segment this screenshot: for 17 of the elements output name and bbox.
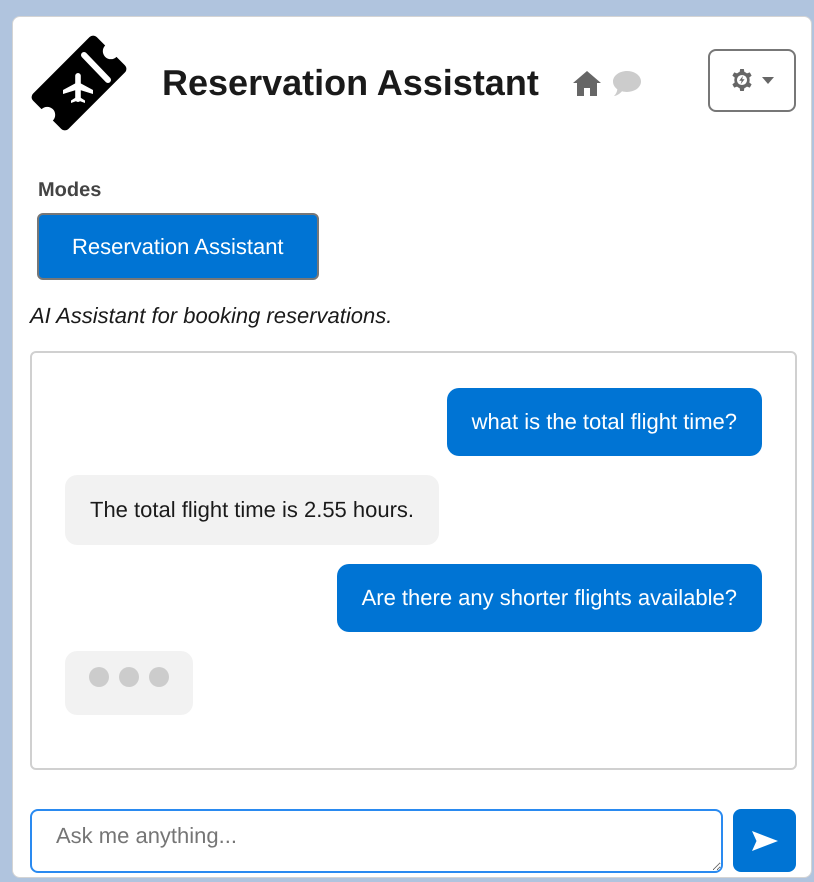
- typing-dot-icon: [119, 667, 139, 687]
- typing-dot-icon: [89, 667, 109, 687]
- user-message: what is the total flight time?: [446, 388, 762, 456]
- assistant-message: The total flight time is 2.55 hours.: [65, 475, 440, 545]
- typing-dot-icon: [149, 667, 169, 687]
- caret-icon: [762, 76, 774, 84]
- home-icon[interactable]: [572, 70, 601, 96]
- app-title: Reservation Assistant: [162, 61, 539, 105]
- gear-icon: [730, 69, 752, 91]
- user-message: Are there any shorter flights available?: [336, 564, 762, 632]
- mode-description: AI Assistant for booking reservations.: [30, 302, 394, 330]
- send-button[interactable]: [733, 809, 796, 872]
- paper-plane-icon: [752, 830, 778, 850]
- message-input[interactable]: Ask me anything...: [30, 809, 723, 873]
- settings-button[interactable]: [708, 48, 796, 112]
- mode-button[interactable]: Reservation Assistant: [37, 213, 319, 280]
- modes-label: Modes: [38, 178, 102, 202]
